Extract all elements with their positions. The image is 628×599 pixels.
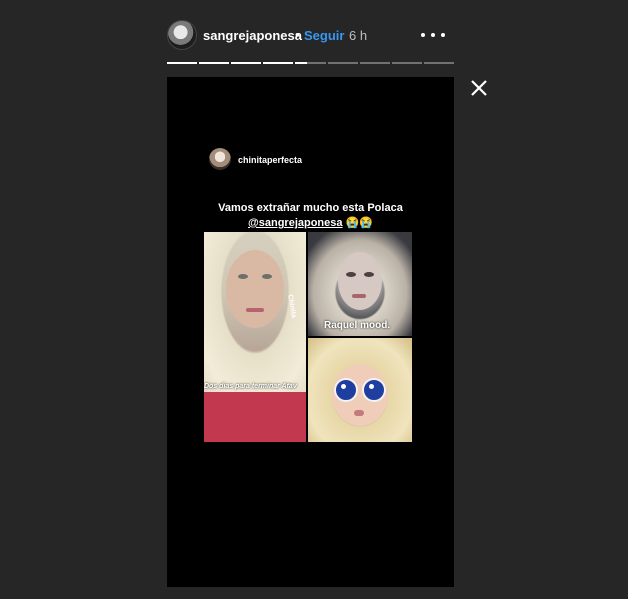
user-avatar[interactable] — [167, 20, 197, 50]
username[interactable]: sangrejaponesa — [203, 28, 302, 43]
close-icon[interactable] — [468, 77, 490, 99]
collage-photo-left: Dos dias para terminar Atav Chinita — [204, 232, 306, 442]
mention-link[interactable]: @sangrejaponesa — [248, 217, 342, 229]
progress-segment — [423, 62, 454, 64]
progress-segment — [295, 62, 326, 64]
progress-segment — [391, 62, 422, 64]
collage-left-text: Dos dias para terminar Atav — [204, 383, 297, 390]
story-frame[interactable]: chinitaperfecta Vamos extrañar mucho est… — [167, 77, 454, 587]
collage-top-right-text: Raquel mood. — [324, 320, 391, 331]
more-dots-icon[interactable] — [419, 24, 447, 46]
collage-photo-top-right: Raquel mood. — [308, 232, 412, 336]
crying-emoji: 😭😭 — [345, 217, 373, 229]
timestamp: 6 h — [349, 28, 368, 43]
progress-segment — [199, 62, 230, 64]
story-caption-mention-line: @sangrejaponesa 😭😭 — [167, 216, 454, 229]
follow-button[interactable]: Seguir — [304, 28, 344, 43]
story-progress-bar — [167, 62, 454, 65]
progress-segment — [167, 62, 198, 64]
progress-segment — [327, 62, 358, 64]
shared-from-username: chinitaperfecta — [238, 155, 303, 165]
progress-segment — [231, 62, 262, 64]
story-header: sangrejaponesa • Seguir 6 h — [167, 20, 454, 52]
photo-collage: Dos dias para terminar Atav Chinita Raqu… — [204, 232, 412, 442]
story-caption: Vamos extrañar mucho esta Polaca — [218, 202, 403, 214]
progress-segment — [263, 62, 294, 64]
separator-dot: • — [295, 27, 300, 42]
collage-photo-bottom-right — [308, 338, 412, 442]
progress-segment — [359, 62, 390, 64]
shared-from-avatar — [209, 148, 231, 170]
